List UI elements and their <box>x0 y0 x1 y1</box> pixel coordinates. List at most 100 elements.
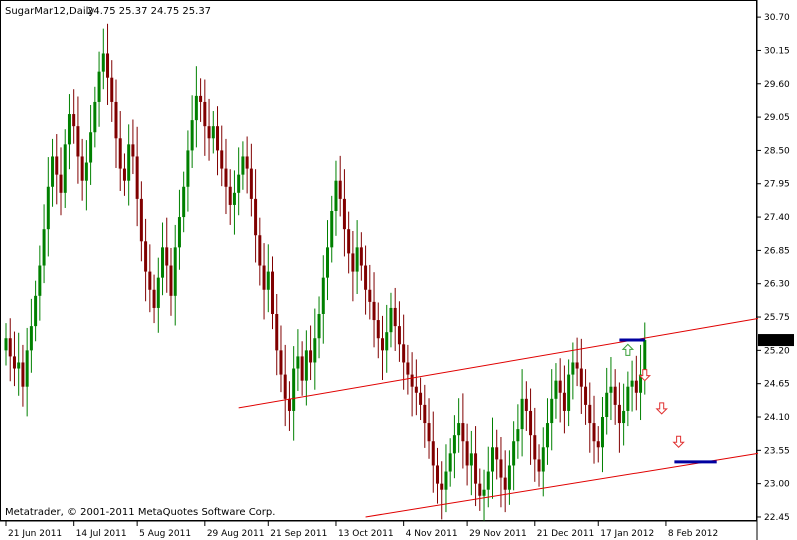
candle-body <box>89 132 93 163</box>
candle-body <box>63 144 67 193</box>
candle-body <box>110 77 114 102</box>
candle-body <box>402 344 406 363</box>
candle-body <box>93 101 97 133</box>
candle-body <box>537 459 541 472</box>
candle-body <box>106 53 110 78</box>
date-tick-label: 29 Nov 2011 <box>469 529 527 539</box>
candle-body <box>275 314 279 351</box>
candle-body <box>465 441 469 466</box>
candle-body <box>448 453 452 472</box>
price-tick-label: 29.05 <box>764 113 790 123</box>
candle-body <box>588 404 592 424</box>
price-tick-label: 27.40 <box>764 213 790 223</box>
candle-body <box>364 265 368 290</box>
candle-body <box>67 114 71 145</box>
candle-body <box>283 374 287 399</box>
candle-body <box>499 459 503 478</box>
candle-body <box>431 441 435 466</box>
candle-body <box>304 350 308 381</box>
candle-body <box>220 150 224 169</box>
date-tick-label: 8 Feb 2012 <box>668 529 718 539</box>
candle-body <box>287 398 291 411</box>
candle-body <box>600 417 604 448</box>
candle-body <box>558 380 562 393</box>
candle-body <box>410 374 414 387</box>
candle-body <box>347 229 351 254</box>
candle-body <box>482 489 486 496</box>
candle-body <box>423 404 427 424</box>
price-tick-label: 26.30 <box>764 280 790 290</box>
candle-body <box>254 198 258 236</box>
price-tick-label: 30.15 <box>764 46 790 56</box>
candle-body <box>622 410 626 424</box>
date-tick-label: 21 Dec 2011 <box>537 529 595 539</box>
candle-body <box>452 435 456 454</box>
candle-body <box>617 404 621 424</box>
candle-body <box>495 447 499 460</box>
candle-body <box>216 126 220 151</box>
candle-body <box>474 453 478 484</box>
candle-body <box>114 101 118 139</box>
candle-body <box>84 162 88 181</box>
candle-body <box>182 186 186 218</box>
candle-body <box>25 350 29 387</box>
candle-body <box>533 435 537 460</box>
candle-body <box>169 265 173 296</box>
candle-body <box>177 217 181 248</box>
candle-body <box>139 198 143 242</box>
candle-body <box>317 314 321 339</box>
candle-body <box>271 271 275 314</box>
price-tick-label: 24.65 <box>764 380 790 390</box>
candle-body <box>524 398 528 411</box>
price-tick-label: 28.50 <box>764 146 790 156</box>
candle-body <box>131 144 135 157</box>
candle-body <box>554 380 558 399</box>
plot-frame <box>0 0 757 521</box>
candle-body <box>427 423 431 442</box>
candle-body <box>59 174 63 193</box>
candle-body <box>292 368 296 411</box>
candle-body <box>512 441 516 466</box>
candle-body <box>72 114 76 127</box>
candle-body <box>596 441 600 448</box>
candle-body <box>122 168 126 181</box>
price-tick-label: 23.55 <box>764 446 790 456</box>
candle-body <box>359 247 363 266</box>
candle-body <box>355 247 359 272</box>
date-tick-label: 13 Oct 2011 <box>338 529 394 539</box>
candle-body <box>550 398 554 424</box>
candlestick-chart: 30.70 30.15 29.60 29.05 28.50 27.95 27.40 26.85… <box>0 0 794 540</box>
date-tick-label: 14 Jul 2011 <box>76 529 127 539</box>
candle-body <box>46 186 50 230</box>
candle-body <box>207 126 211 139</box>
price-tick-label: 27.95 <box>764 180 790 190</box>
candle-body <box>152 289 156 308</box>
candle-body <box>12 356 16 369</box>
price-tick-label: 29.60 <box>764 80 790 90</box>
candle-body <box>296 356 300 369</box>
candle-body <box>8 338 12 357</box>
candle-body <box>529 410 533 436</box>
candle-body <box>626 386 630 411</box>
candle-body <box>584 386 588 405</box>
date-tick-label: 21 Sep 2011 <box>270 529 327 539</box>
candle-body <box>17 362 21 369</box>
candle-body <box>490 447 494 472</box>
candle-body <box>406 362 410 375</box>
price-tick-label: 26.85 <box>764 246 790 256</box>
candle-body <box>334 180 338 211</box>
candle-body <box>42 229 46 266</box>
candle-body <box>34 295 38 327</box>
price-tick-label: 24.10 <box>764 413 790 423</box>
candle-body <box>211 126 215 139</box>
candle-body <box>199 95 203 102</box>
candle-body <box>321 277 325 314</box>
chart-window: 30.70 30.15 29.60 29.05 28.50 27.95 27.40 26.85… <box>0 0 797 540</box>
candle-body <box>266 271 270 290</box>
candle-body <box>313 338 317 363</box>
candle-body <box>156 277 160 308</box>
candle-body <box>516 429 520 442</box>
price-tick-label: 30.70 <box>764 13 790 23</box>
date-tick-label: 17 Jan 2012 <box>600 529 654 539</box>
candle-body <box>579 368 583 387</box>
